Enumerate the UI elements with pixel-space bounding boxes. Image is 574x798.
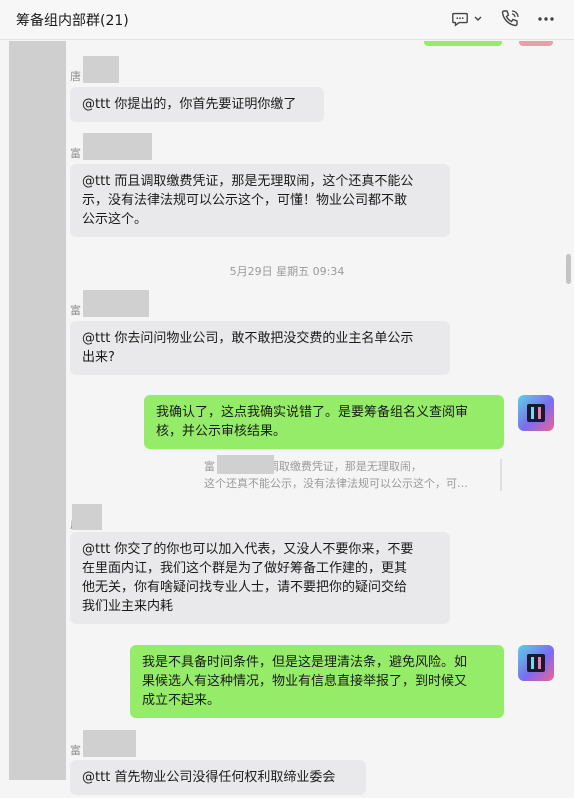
user-avatar[interactable] [518, 395, 554, 431]
redacted-name [72, 504, 102, 530]
previous-bubble-edge [424, 41, 502, 46]
user-avatar[interactable] [518, 645, 554, 681]
message-bubble[interactable]: @ttt 而且调取缴费凭证，那是无理取闹，这个还真不能公 示，没有法律法规可以公… [70, 164, 450, 237]
message-bubble-outgoing[interactable]: 我确认了，这点我确实说错了。是要筹备组名义查阅审 核，并公示审核结果。 [144, 395, 504, 449]
phone-icon[interactable] [499, 8, 521, 30]
chat-title: 筹备组内部群(21) [16, 13, 129, 29]
redacted-name [83, 56, 119, 83]
chat-bubble-icon[interactable] [451, 8, 469, 30]
redacted-name [83, 290, 149, 317]
sender-name: 富 [70, 304, 81, 317]
scrollbar-thumb[interactable] [566, 254, 571, 284]
redacted-avatar-column [9, 41, 66, 780]
more-icon[interactable] [535, 8, 557, 30]
timestamp: 5月29日 星期五 09:34 [229, 265, 345, 278]
message-list[interactable]: 唐 @ttt 你提出的，你首先要证明你缴了 富 @ttt 而且调取缴费凭证，那是… [0, 41, 574, 798]
redacted-name [83, 133, 152, 160]
chevron-down-icon[interactable] [473, 8, 483, 30]
message-bubble-outgoing[interactable]: 我是不具备时间条件，但是这是理清法条，避免风险。如 果候选人有这种情况，物业有信… [130, 645, 504, 718]
sender-name: 唐 [70, 70, 81, 83]
quote-bar [500, 459, 502, 491]
sender-name: 富 [70, 744, 81, 757]
message-bubble[interactable]: @ttt 首先物业公司没得任何权利取缔业委会 [70, 760, 366, 795]
redacted-name [83, 730, 136, 757]
message-bubble[interactable]: @ttt 你去问问物业公司，敢不敢把没交费的业主名单公示 出来? [70, 321, 450, 375]
sender-name: 富 [70, 147, 81, 160]
chat-header: 筹备组内部群(21) [0, 0, 574, 40]
redacted-name [217, 455, 274, 474]
previous-avatar-edge [519, 41, 553, 46]
quote-sender: 富 [204, 460, 215, 473]
message-bubble[interactable]: @ttt 你提出的，你首先要证明你缴了 [70, 87, 324, 122]
message-bubble[interactable]: @ttt 你交了的你也可以加入代表，又没人不要你来，不要 在里面内讧，我们这个群… [70, 532, 450, 624]
